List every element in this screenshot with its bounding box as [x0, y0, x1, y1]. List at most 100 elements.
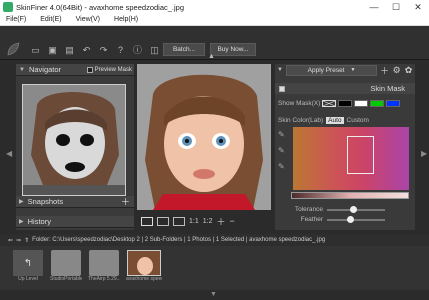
- title-bar: SkinFiner 4.0(64Bit) - avaxhome speedzod…: [0, 0, 429, 14]
- expand-triangle-icon: ▼: [19, 66, 25, 73]
- feather-slider-row: Feather: [293, 215, 385, 223]
- mask-color-swatch[interactable]: [338, 100, 353, 107]
- tolerance-label: Tolerance: [294, 206, 323, 213]
- mask-color-swatch[interactable]: [322, 100, 337, 107]
- help-icon[interactable]: ?: [115, 45, 126, 56]
- mask-color-swatch[interactable]: [386, 100, 401, 107]
- back-icon[interactable]: ⇐: [8, 237, 13, 244]
- settings-icon[interactable]: ⚙: [392, 65, 401, 76]
- menu-view[interactable]: View(V): [70, 16, 108, 23]
- zoom-bar: 1:1 1:2 ＋ −: [137, 212, 271, 230]
- mask-color-swatch[interactable]: [370, 100, 385, 107]
- menu-file[interactable]: File(F): [0, 16, 34, 23]
- app-logo-icon: [3, 2, 13, 12]
- split-vertical-icon[interactable]: [157, 216, 169, 226]
- file-item-selected[interactable]: avaxhome speedzodiac_.jpg: [126, 250, 162, 288]
- skin-mask-header[interactable]: Skin Mask: [275, 83, 415, 94]
- open-folder-icon[interactable]: ▭: [30, 45, 41, 56]
- collapse-triangle-icon: ▶: [19, 199, 24, 205]
- folder-icon: [51, 250, 81, 276]
- add-snapshot-icon[interactable]: ＋: [121, 195, 130, 208]
- forward-icon[interactable]: ⇒: [16, 237, 21, 244]
- mask-color-swatch[interactable]: [354, 100, 369, 107]
- apply-preset-label: Apply Preset: [307, 66, 345, 74]
- save-as-icon[interactable]: ▤: [64, 45, 75, 56]
- preview-mask-checkbox[interactable]: [86, 66, 93, 73]
- batch-button[interactable]: Batch...: [163, 43, 205, 56]
- show-mask-label: Show Mask(X): [278, 100, 321, 107]
- chevron-down-icon: ▼: [350, 67, 356, 73]
- navigator-thumbnail[interactable]: [22, 84, 126, 196]
- close-button[interactable]: ✕: [407, 0, 429, 14]
- feather-slider[interactable]: [327, 215, 385, 223]
- folder-bar: ⇐ ⇒ ⇑ Folder: C:\Users\speedzodiac\Deskt…: [0, 234, 429, 246]
- main-preview[interactable]: [137, 64, 271, 210]
- collapse-bottom-icon[interactable]: ▼: [210, 291, 217, 298]
- tolerance-slider-row: Tolerance: [293, 205, 385, 213]
- maximize-button[interactable]: ☐: [385, 0, 407, 14]
- right-panel: ▼ Apply Preset ▼ ＋ ⚙ ✿ Skin Mask Show Ma…: [275, 64, 415, 230]
- compare-icon[interactable]: ◫: [149, 45, 160, 56]
- photo-preview-image: [137, 64, 271, 210]
- info-icon[interactable]: ⓘ: [132, 45, 143, 56]
- folder-icon: [89, 250, 119, 276]
- tolerance-slider[interactable]: [327, 205, 385, 213]
- auto-tab[interactable]: Auto: [326, 117, 344, 124]
- file-label: Up Level: [18, 276, 38, 282]
- up-level-icon: ↰: [13, 250, 43, 276]
- color-picker[interactable]: [293, 127, 409, 190]
- redo-icon[interactable]: ↷: [98, 45, 109, 56]
- eyedropper-plus-icon[interactable]: ✎: [278, 146, 285, 155]
- apply-preset-dropdown[interactable]: Apply Preset ▼: [285, 64, 378, 76]
- undo-icon[interactable]: ↶: [81, 45, 92, 56]
- gear-icon[interactable]: ✿: [404, 65, 413, 76]
- eyedropper-icon[interactable]: ✎: [278, 130, 285, 139]
- file-label: TheAirp 5.29...: [88, 276, 120, 282]
- collapse-right-icon[interactable]: ▶: [421, 149, 427, 158]
- feather-label: Feather: [300, 216, 323, 223]
- add-preset-icon[interactable]: ＋: [380, 64, 389, 77]
- file-item[interactable]: StudioPortable: [50, 250, 82, 288]
- navigator-mask-image: [23, 85, 125, 195]
- history-title: History: [27, 217, 51, 226]
- save-icon[interactable]: ▣: [47, 45, 58, 56]
- folder-path: Folder: C:\Users\speedzodiac\Desktop 2 |…: [32, 237, 326, 243]
- up-icon[interactable]: ⇑: [24, 237, 29, 244]
- tolerance-knob[interactable]: [349, 205, 357, 213]
- single-view-icon[interactable]: [141, 216, 153, 226]
- history-header[interactable]: ▶ History: [16, 216, 134, 228]
- menu-edit[interactable]: Edit(E): [34, 16, 69, 23]
- custom-tab[interactable]: Custom: [347, 117, 369, 124]
- toolbar: ▭ ▣ ▤ ↶ ↷ ? ⓘ ◫ Batch... Buy Now... ▲: [0, 26, 429, 60]
- navigator-header[interactable]: ▼ Navigator Preview Mask: [16, 64, 134, 76]
- skin-color-row: Skin Color(Lab) Auto Custom: [278, 117, 369, 124]
- show-mask-row: Show Mask(X): [278, 100, 401, 107]
- minimize-button[interactable]: —: [363, 0, 385, 14]
- collapse-triangle-icon[interactable]: ▼: [277, 67, 283, 73]
- menu-bar: File(F) Edit(E) View(V) Help(H): [0, 14, 429, 26]
- lightness-slider[interactable]: [291, 192, 409, 199]
- menu-help[interactable]: Help(H): [108, 16, 146, 23]
- file-label: StudioPortable: [50, 276, 82, 282]
- zoom-out-icon[interactable]: −: [229, 216, 234, 226]
- collapse-top-icon[interactable]: ▲: [208, 53, 215, 60]
- skin-mask-toggle[interactable]: [279, 85, 285, 92]
- eyedropper-minus-icon[interactable]: ✎: [278, 162, 285, 171]
- collapse-left-icon[interactable]: ◀: [6, 149, 12, 158]
- preview-mask-label: Preview Mask: [94, 66, 132, 73]
- cross-icon: [323, 100, 336, 107]
- skin-mask-title: Skin Mask: [370, 84, 405, 93]
- snapshots-header[interactable]: ▶ Snapshots ＋: [16, 196, 134, 208]
- zoom-1-2-button[interactable]: 1:2: [203, 218, 213, 225]
- feather-knob[interactable]: [346, 215, 354, 223]
- file-item[interactable]: ↰ Up Level: [12, 250, 44, 288]
- split-horizontal-icon[interactable]: [173, 216, 185, 226]
- file-item[interactable]: TheAirp 5.29...: [88, 250, 120, 288]
- buy-now-button[interactable]: Buy Now...: [210, 43, 256, 56]
- skin-color-label: Skin Color(Lab): [278, 117, 324, 124]
- zoom-in-icon[interactable]: ＋: [216, 215, 225, 228]
- zoom-1-1-button[interactable]: 1:1: [189, 218, 199, 225]
- collapse-triangle-icon: ▶: [19, 219, 24, 225]
- leaf-logo-icon: [7, 42, 20, 56]
- color-range-selector[interactable]: [347, 136, 374, 174]
